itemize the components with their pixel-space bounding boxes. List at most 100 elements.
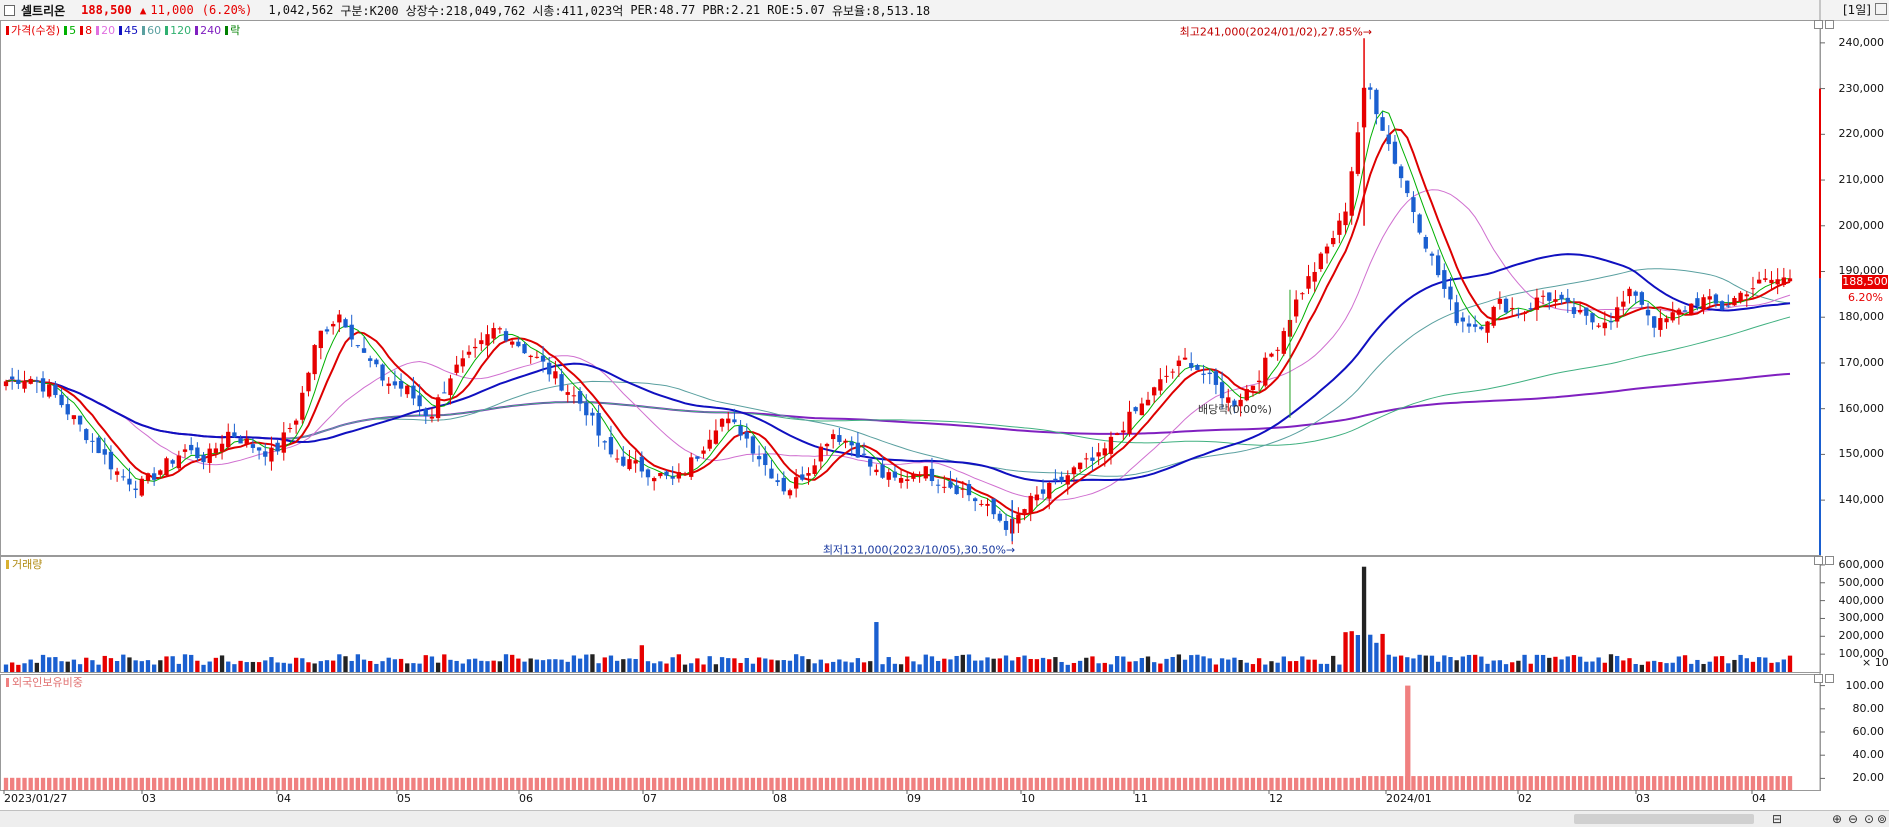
foreign-ratio-bar [182, 777, 188, 790]
volume-bar [979, 660, 984, 672]
candle-body [380, 364, 385, 381]
volume-bar [1621, 660, 1626, 672]
close-panel-icon[interactable] [1825, 20, 1834, 29]
candle-body [707, 439, 712, 449]
foreign-ratio-bar [158, 777, 163, 790]
date-axis-label: 06 [519, 792, 533, 805]
candle-body [1121, 430, 1126, 433]
volume-bar [238, 660, 243, 672]
volume-bar [497, 661, 503, 672]
volume-bar [1775, 662, 1780, 672]
volume-bar [485, 661, 490, 672]
candle-body [84, 429, 89, 441]
candle-body [65, 404, 70, 415]
foreign-ratio-bar [10, 777, 15, 790]
minimize-panel-icon[interactable] [1814, 674, 1823, 683]
price-axis-label: 210,000 [1838, 173, 1885, 187]
candle-body [1763, 278, 1768, 280]
volume-bar [911, 661, 916, 672]
foreign-ratio-bar [1349, 777, 1354, 790]
foreign-ratio-bar [1435, 776, 1441, 790]
scroll-bar[interactable]: ⊟ ⊕ ⊖ ⊙ ⊚ [0, 810, 1889, 827]
foreign-ratio-bar [1670, 776, 1675, 790]
volume-bar [1584, 661, 1589, 672]
volume-bar [1682, 655, 1688, 672]
candle-body [670, 476, 675, 479]
candle-body [368, 358, 373, 361]
foreign-ratio-bar [719, 777, 725, 790]
volume-bar [139, 661, 144, 672]
volume-bar [293, 657, 299, 672]
stock-chart[interactable]: 최고241,000(2024/01/02),27.85%→ 최저131,000(2… [0, 0, 1889, 810]
foreign-ratio-bar [497, 777, 503, 790]
zoom-fit-icon[interactable]: ⊚ [1875, 812, 1889, 826]
foreign-ratio-bar [861, 777, 867, 790]
volume-bar [892, 663, 898, 672]
zoom-reset-icon[interactable]: ⊙ [1862, 812, 1876, 826]
foreign-ratio-bar [756, 777, 762, 790]
minimize-panel-icon[interactable] [1814, 556, 1823, 565]
candle-body [565, 392, 570, 395]
foreign-ratio-bar [658, 777, 663, 790]
close-panel-icon[interactable] [1825, 674, 1834, 683]
volume-bar [435, 662, 441, 672]
scroll-thumb[interactable] [1574, 814, 1754, 824]
foreign-ratio-bar [1263, 777, 1268, 790]
volume-bar [349, 660, 354, 672]
foreign-ratio-bar [1250, 777, 1256, 790]
foreign-ratio-spike [1405, 685, 1411, 790]
volume-bar [1763, 657, 1768, 672]
candle-body [1442, 270, 1447, 289]
volume-bar [213, 657, 219, 672]
foreign-ratio-bar [1423, 776, 1428, 790]
foreign-axis-label: 20.00 [1852, 771, 1885, 785]
candle-body [1084, 458, 1089, 460]
foreign-ratio-bar [1090, 777, 1095, 790]
date-axis-label: 2024/01 [1386, 792, 1432, 805]
candle-body [1726, 305, 1731, 307]
volume-bar [756, 657, 762, 672]
foreign-ratio-bar [750, 777, 756, 790]
minimize-panel-icon[interactable] [1814, 20, 1823, 29]
volume-bar [942, 658, 947, 672]
candle-body [1374, 89, 1379, 115]
foreign-ratio-bar [1164, 777, 1169, 790]
zoom-in-icon[interactable]: ⊕ [1830, 812, 1844, 826]
foreign-ratio-bar [510, 777, 515, 790]
volume-bar [1645, 661, 1651, 672]
volume-bar [1571, 655, 1577, 672]
candle-body [645, 469, 651, 478]
close-panel-icon[interactable] [1825, 556, 1834, 565]
date-axis-label: 03 [142, 792, 156, 805]
volume-bar [565, 661, 570, 672]
candle-body [1152, 387, 1157, 396]
volume-bar [405, 663, 410, 672]
foreign-ratio-bar [392, 777, 398, 790]
candle-body [176, 455, 182, 469]
zoom-out-icon[interactable]: ⊖ [1846, 812, 1860, 826]
candle-body [1256, 380, 1262, 383]
foreign-ratio-bar [232, 777, 237, 790]
foreign-ratio-bar [1769, 776, 1774, 790]
candle-body [886, 472, 891, 480]
candle-body [361, 348, 367, 353]
candle-body [442, 392, 447, 394]
foreign-ratio-bar [1312, 777, 1317, 790]
candle-body [806, 473, 811, 476]
candle-body [1392, 141, 1398, 164]
foreign-ratio-bar [1442, 776, 1447, 790]
candle-body [1652, 316, 1657, 328]
candle-body [701, 450, 706, 454]
candle-body [1547, 292, 1552, 301]
foreign-ratio-bar [818, 777, 823, 790]
foreign-panel-buttons [1814, 674, 1834, 683]
foreign-ratio-bar [1065, 777, 1070, 790]
foreign-ratio-bar [213, 777, 219, 790]
candle-body [843, 440, 848, 443]
volume-bar [670, 657, 675, 672]
volume-bar [448, 659, 453, 672]
scroll-handle-icon[interactable]: ⊟ [1770, 812, 1784, 826]
candle-body [1077, 462, 1083, 470]
volume-bar [1559, 659, 1564, 672]
candle-body [121, 476, 126, 478]
